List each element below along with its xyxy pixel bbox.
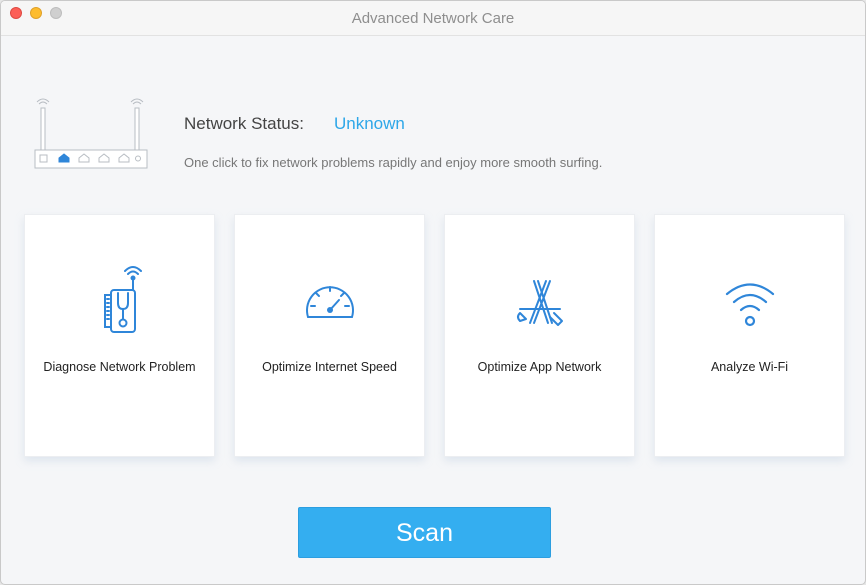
- optimize-app-network-card[interactable]: Optimize App Network: [444, 214, 635, 457]
- network-status-value: Unknown: [334, 114, 405, 133]
- title-bar: Advanced Network Care: [1, 1, 865, 36]
- speedometer-icon: [305, 285, 354, 318]
- analyze-wifi-label: Analyze Wi-Fi: [710, 360, 789, 374]
- network-status-description: One click to fix network problems rapidl…: [184, 155, 603, 170]
- optimize-speed-card[interactable]: Optimize Internet Speed: [234, 214, 425, 457]
- router-icon: [34, 98, 148, 169]
- network-status-label: Network Status:: [184, 114, 304, 133]
- stethoscope-device-icon: [103, 266, 142, 333]
- optimize-app-network-label: Optimize App Network: [477, 360, 602, 374]
- analyze-wifi-card[interactable]: Analyze Wi-Fi: [654, 214, 845, 457]
- app-store-tools-icon: [516, 279, 563, 326]
- optimize-speed-label: Optimize Internet Speed: [262, 360, 397, 374]
- diagnose-network-card[interactable]: Diagnose Network Problem: [24, 214, 215, 457]
- wifi-icon: [725, 282, 774, 326]
- scan-button[interactable]: Scan: [298, 507, 551, 558]
- diagnose-network-label: Diagnose Network Problem: [43, 360, 196, 374]
- window-title: Advanced Network Care: [351, 10, 515, 27]
- app-window: Advanced Network Care Network Status: Un…: [0, 0, 866, 585]
